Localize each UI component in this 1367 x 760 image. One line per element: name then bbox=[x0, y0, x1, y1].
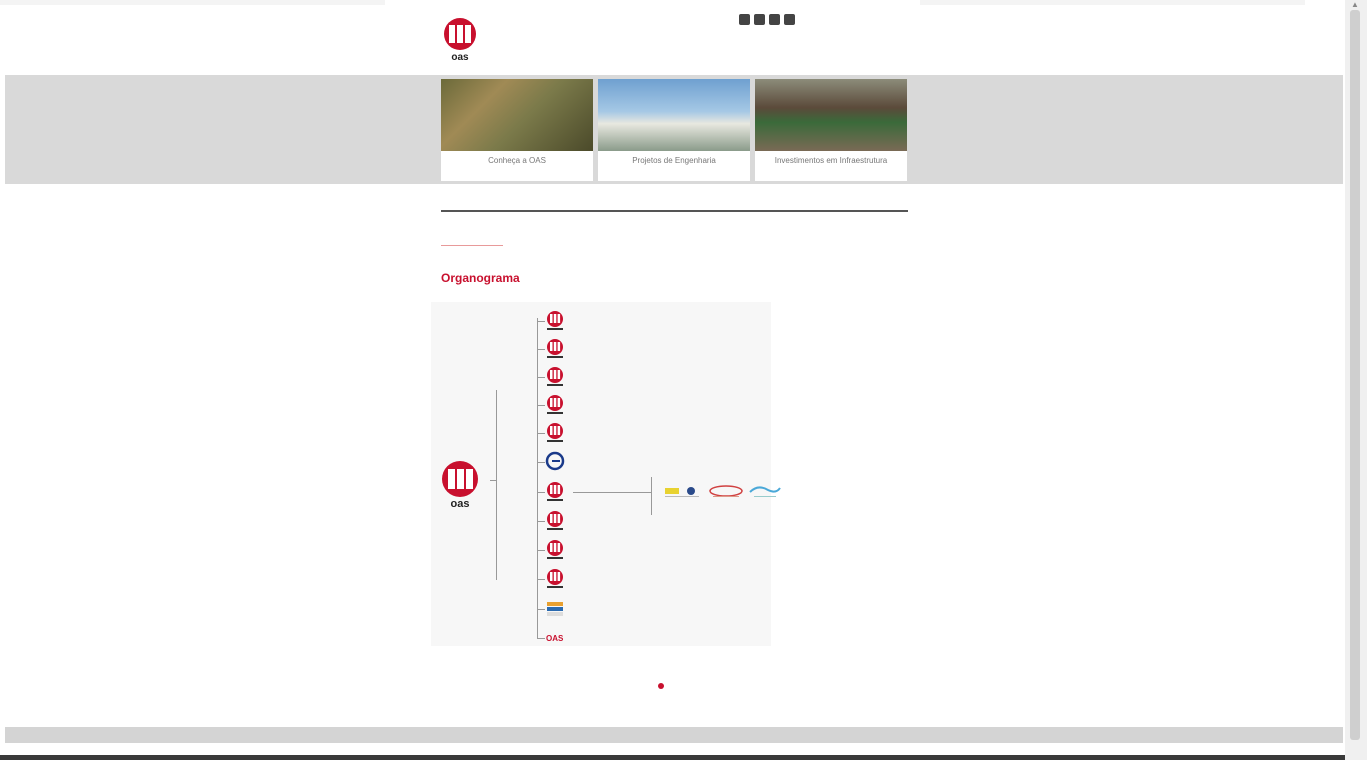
connector bbox=[537, 433, 545, 434]
tile-investimentos[interactable]: Investimentos em Infraestrutura bbox=[755, 79, 907, 181]
oas-logo-icon bbox=[547, 569, 563, 588]
divider bbox=[441, 210, 908, 212]
footer-bar bbox=[5, 727, 1343, 743]
linkedin-icon[interactable] bbox=[769, 14, 780, 25]
connector bbox=[537, 638, 545, 639]
connector bbox=[537, 579, 545, 580]
flag-logo-icon bbox=[547, 602, 563, 616]
tile-image bbox=[755, 79, 907, 151]
oas-logo-icon bbox=[547, 511, 563, 530]
svg-text:oas: oas bbox=[451, 52, 469, 63]
connector bbox=[651, 477, 652, 515]
connector bbox=[537, 405, 545, 406]
connector bbox=[537, 349, 545, 350]
tile-conheca[interactable]: Conheça a OAS bbox=[441, 79, 593, 181]
connector bbox=[537, 609, 545, 610]
oas-logo-icon bbox=[547, 367, 563, 386]
oas-logo-icon bbox=[547, 395, 563, 414]
org-chart bbox=[431, 302, 771, 646]
connector bbox=[537, 521, 545, 522]
text-logo-icon: OAS bbox=[546, 634, 564, 643]
connector bbox=[537, 321, 545, 322]
oas-logo-icon bbox=[547, 482, 563, 501]
tile-image bbox=[441, 79, 593, 151]
subsidiary-logo-blue-icon bbox=[749, 486, 781, 497]
connector bbox=[573, 492, 651, 493]
youtube-icon[interactable] bbox=[784, 14, 795, 25]
scroll-thumb[interactable] bbox=[1350, 10, 1360, 740]
connector bbox=[537, 550, 545, 551]
top-strip-right bbox=[920, 0, 1305, 5]
tile-caption: Investimentos em Infraestrutura bbox=[774, 156, 888, 165]
top-strip-left bbox=[0, 0, 385, 5]
twitter-icon[interactable] bbox=[754, 14, 765, 25]
svg-text:OAS: OAS bbox=[546, 634, 564, 643]
pager[interactable] bbox=[658, 683, 668, 689]
oas-root-logo: oas bbox=[442, 461, 478, 510]
tile-projetos[interactable]: Projetos de Engenharia bbox=[598, 79, 750, 181]
oas-logo-icon bbox=[547, 423, 563, 442]
scrollbar[interactable]: ▲ bbox=[1345, 0, 1367, 760]
oas-logo-icon bbox=[547, 339, 563, 358]
connector bbox=[537, 377, 545, 378]
scroll-up-icon[interactable]: ▲ bbox=[1351, 0, 1359, 9]
oas-logo-icon bbox=[547, 540, 563, 559]
bottom-bar bbox=[0, 755, 1367, 760]
active-subnav-underline bbox=[441, 245, 503, 246]
tile-image bbox=[598, 79, 750, 151]
connector bbox=[537, 492, 545, 493]
page-title: Organograma bbox=[441, 271, 520, 285]
tile-caption: Conheça a OAS bbox=[488, 156, 546, 165]
subsidiary-logo-red-icon bbox=[709, 485, 743, 497]
blue-logo-icon bbox=[545, 451, 565, 471]
social-links bbox=[739, 14, 795, 25]
connector bbox=[496, 390, 497, 580]
oas-logo[interactable]: oas bbox=[443, 16, 477, 64]
connector bbox=[537, 462, 545, 463]
connector bbox=[537, 318, 538, 638]
facebook-icon[interactable] bbox=[739, 14, 750, 25]
oas-logo-icon bbox=[547, 311, 563, 330]
tile-caption: Projetos de Engenharia bbox=[632, 156, 716, 165]
pager-dot-icon bbox=[658, 683, 664, 689]
svg-text:oas: oas bbox=[451, 498, 470, 510]
subsidiary-logo-yellow-icon bbox=[665, 487, 699, 497]
